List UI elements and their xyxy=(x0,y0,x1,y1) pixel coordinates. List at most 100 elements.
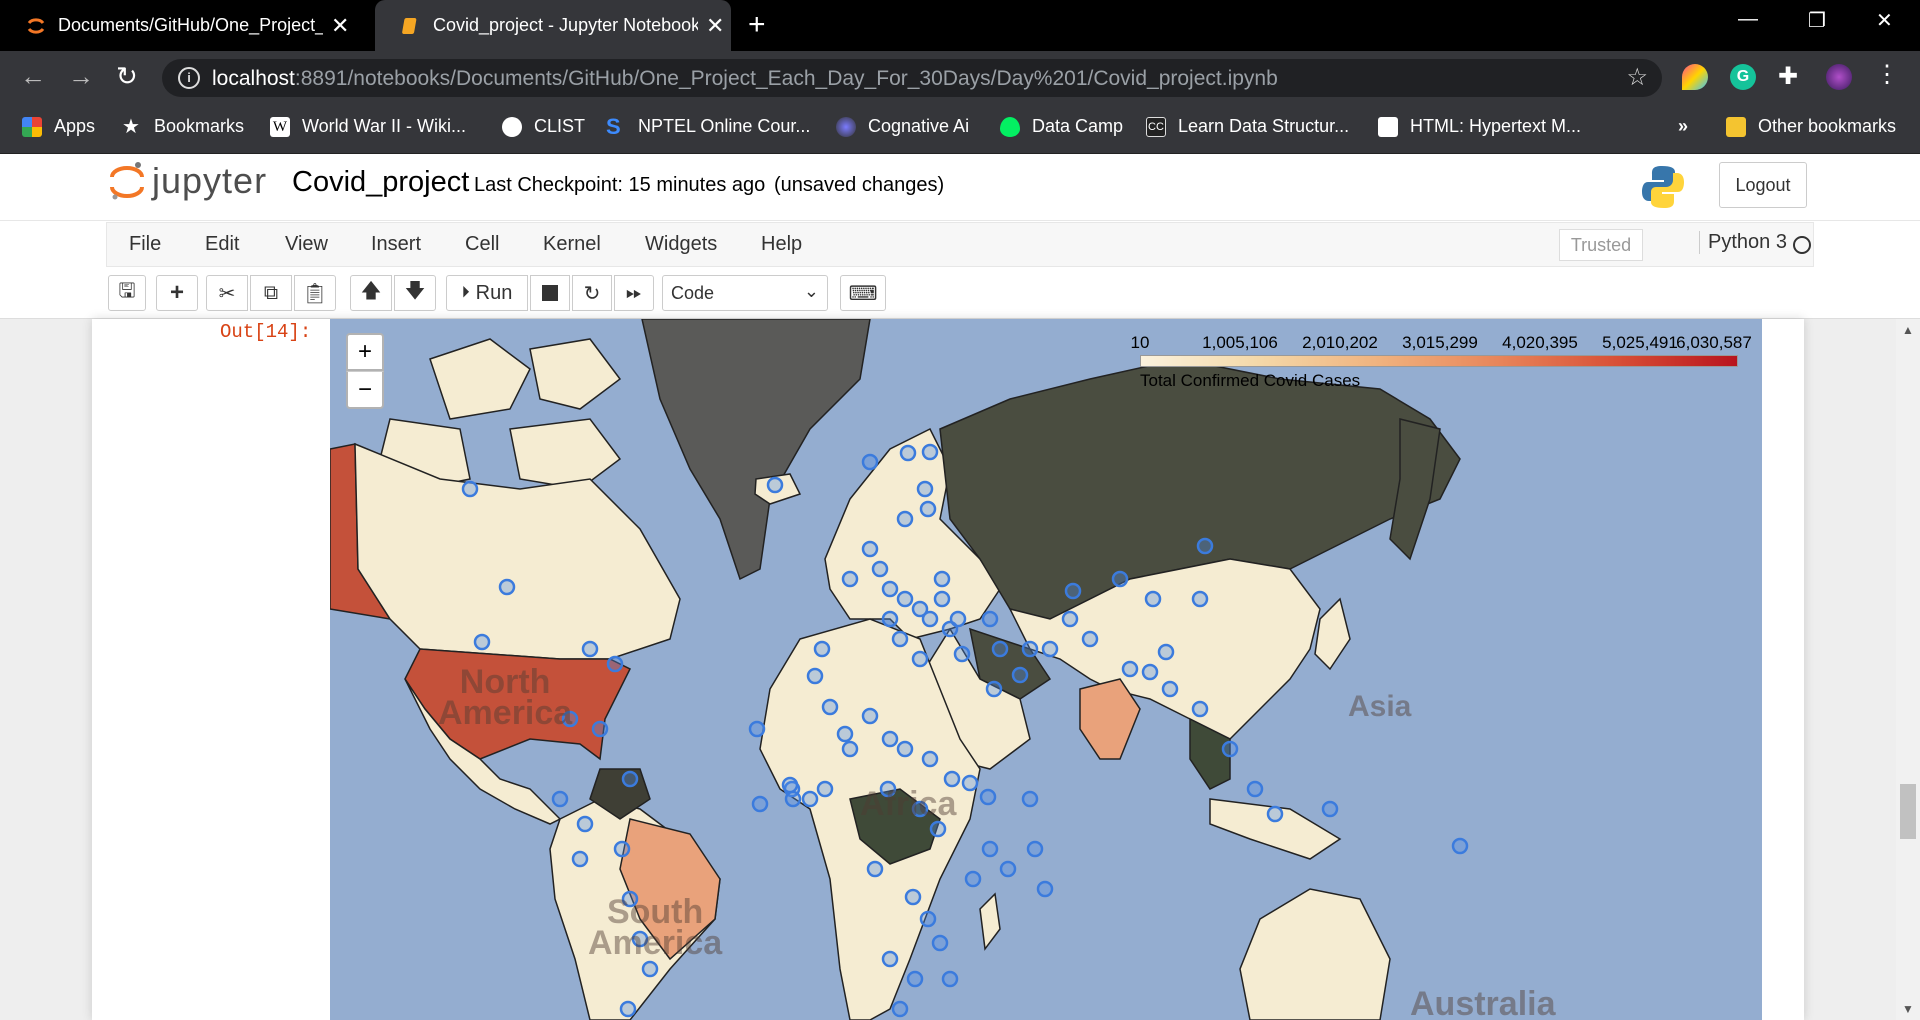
menu-kernel[interactable]: Kernel xyxy=(543,233,601,256)
extensions-puzzle-icon[interactable]: ✚ xyxy=(1778,64,1804,90)
country-marker[interactable] xyxy=(933,590,951,608)
paste-button[interactable]: 📋︎ xyxy=(294,275,336,311)
grammarly-icon[interactable]: G xyxy=(1730,64,1756,90)
minimize-icon[interactable]: — xyxy=(1738,8,1758,31)
country-marker[interactable] xyxy=(1036,880,1054,898)
country-marker[interactable] xyxy=(964,870,982,888)
country-marker[interactable] xyxy=(473,633,491,651)
bookmark-datacamp[interactable]: Data Camp xyxy=(1000,116,1123,137)
country-marker[interactable] xyxy=(1064,582,1082,600)
country-marker[interactable] xyxy=(881,950,899,968)
bookmark-bookmarks[interactable]: ★ Bookmarks xyxy=(122,116,244,137)
country-marker[interactable] xyxy=(1157,643,1175,661)
country-marker[interactable] xyxy=(896,590,914,608)
country-marker[interactable] xyxy=(766,476,784,494)
bookmark-nptel[interactable]: S NPTEL Online Cour... xyxy=(606,115,810,137)
bookmark-learn-ds[interactable]: CC Learn Data Structur... xyxy=(1146,116,1349,137)
menu-cell[interactable]: Cell xyxy=(465,233,499,256)
restart-run-all-button[interactable]: ⏩︎ xyxy=(614,275,654,311)
country-marker[interactable] xyxy=(881,580,899,598)
country-marker[interactable] xyxy=(991,640,1009,658)
country-marker[interactable] xyxy=(921,610,939,628)
scrollbar-thumb[interactable] xyxy=(1900,784,1916,839)
country-marker[interactable] xyxy=(641,960,659,978)
country-marker[interactable] xyxy=(916,480,934,498)
country-marker[interactable] xyxy=(1221,740,1239,758)
close-tab-icon[interactable]: ✕ xyxy=(706,13,724,39)
country-marker[interactable] xyxy=(1141,663,1159,681)
bookmark-other[interactable]: Other bookmarks xyxy=(1726,116,1896,137)
country-marker[interactable] xyxy=(784,790,802,808)
cell-type-select[interactable]: Code ⌄ xyxy=(662,275,828,311)
browser-menu-icon[interactable]: ⋮ xyxy=(1874,63,1900,90)
country-marker[interactable] xyxy=(806,667,824,685)
country-marker[interactable] xyxy=(1266,805,1284,823)
country-marker[interactable] xyxy=(748,720,766,738)
bookmarks-overflow-button[interactable]: » xyxy=(1678,116,1688,137)
menu-widgets[interactable]: Widgets xyxy=(645,233,717,256)
country-marker[interactable] xyxy=(581,640,599,658)
country-marker[interactable] xyxy=(816,780,834,798)
menu-insert[interactable]: Insert xyxy=(371,233,421,256)
address-bar[interactable]: i localhost:8891/notebooks/Documents/Git… xyxy=(162,59,1662,97)
country-marker[interactable] xyxy=(613,840,631,858)
bookmark-mdn[interactable]: HTML: Hypertext M... xyxy=(1378,116,1581,137)
country-marker[interactable] xyxy=(896,740,914,758)
scroll-up-icon[interactable]: ▲ xyxy=(1902,323,1914,337)
bookmark-cognative[interactable]: Cognative Ai xyxy=(836,116,969,137)
tab-documents[interactable]: Documents/GitHub/One_Project_ ✕ xyxy=(0,0,374,51)
country-marker[interactable] xyxy=(1451,837,1469,855)
country-marker[interactable] xyxy=(801,790,819,808)
country-marker[interactable] xyxy=(906,970,924,988)
country-marker[interactable] xyxy=(841,740,859,758)
country-marker[interactable] xyxy=(953,645,971,663)
country-marker[interactable] xyxy=(1041,640,1059,658)
country-marker[interactable] xyxy=(904,888,922,906)
country-marker[interactable] xyxy=(871,560,889,578)
zoom-in-button[interactable]: + xyxy=(346,333,384,371)
menu-help[interactable]: Help xyxy=(761,233,802,256)
country-marker[interactable] xyxy=(1026,840,1044,858)
country-marker[interactable] xyxy=(571,850,589,868)
country-marker[interactable] xyxy=(943,770,961,788)
country-marker[interactable] xyxy=(861,540,879,558)
copy-button[interactable]: ⧉ xyxy=(250,275,292,311)
country-marker[interactable] xyxy=(921,443,939,461)
country-marker[interactable] xyxy=(921,750,939,768)
site-info-icon[interactable]: i xyxy=(178,67,200,89)
country-marker[interactable] xyxy=(551,790,569,808)
menu-file[interactable]: File xyxy=(129,233,161,256)
country-marker[interactable] xyxy=(1144,590,1162,608)
country-marker[interactable] xyxy=(1196,537,1214,555)
country-marker[interactable] xyxy=(498,578,516,596)
country-marker[interactable] xyxy=(891,630,909,648)
country-marker[interactable] xyxy=(933,570,951,588)
save-button[interactable]: 🖫 xyxy=(108,275,146,311)
scroll-down-icon[interactable]: ▼ xyxy=(1902,1002,1914,1016)
bookmark-clist[interactable]: CLIST xyxy=(502,116,585,137)
country-marker[interactable] xyxy=(1191,700,1209,718)
notebook-name[interactable]: Covid_project xyxy=(292,166,469,199)
country-marker[interactable] xyxy=(981,840,999,858)
country-marker[interactable] xyxy=(1321,800,1339,818)
country-marker[interactable] xyxy=(896,510,914,528)
cut-button[interactable]: ✂ xyxy=(206,275,248,311)
country-marker[interactable] xyxy=(461,480,479,498)
move-up-button[interactable]: 🡅 xyxy=(350,275,392,311)
country-marker[interactable] xyxy=(961,774,979,792)
country-marker[interactable] xyxy=(1161,680,1179,698)
extension-heart-icon[interactable] xyxy=(1682,64,1708,90)
restore-icon[interactable]: ❐ xyxy=(1808,8,1826,33)
country-marker[interactable] xyxy=(1011,666,1029,684)
country-marker[interactable] xyxy=(1021,790,1039,808)
new-tab-button[interactable]: + xyxy=(748,8,766,42)
insert-cell-button[interactable]: + xyxy=(156,275,198,311)
tab-covid-project[interactable]: Covid_project - Jupyter Notebook ✕ xyxy=(375,0,731,51)
close-window-icon[interactable]: ✕ xyxy=(1876,8,1893,33)
country-marker[interactable] xyxy=(1121,660,1139,678)
country-marker[interactable] xyxy=(836,725,854,743)
country-marker[interactable] xyxy=(899,444,917,462)
zoom-out-button[interactable]: − xyxy=(346,371,384,409)
country-marker[interactable] xyxy=(911,650,929,668)
forward-icon[interactable]: → xyxy=(68,61,94,92)
